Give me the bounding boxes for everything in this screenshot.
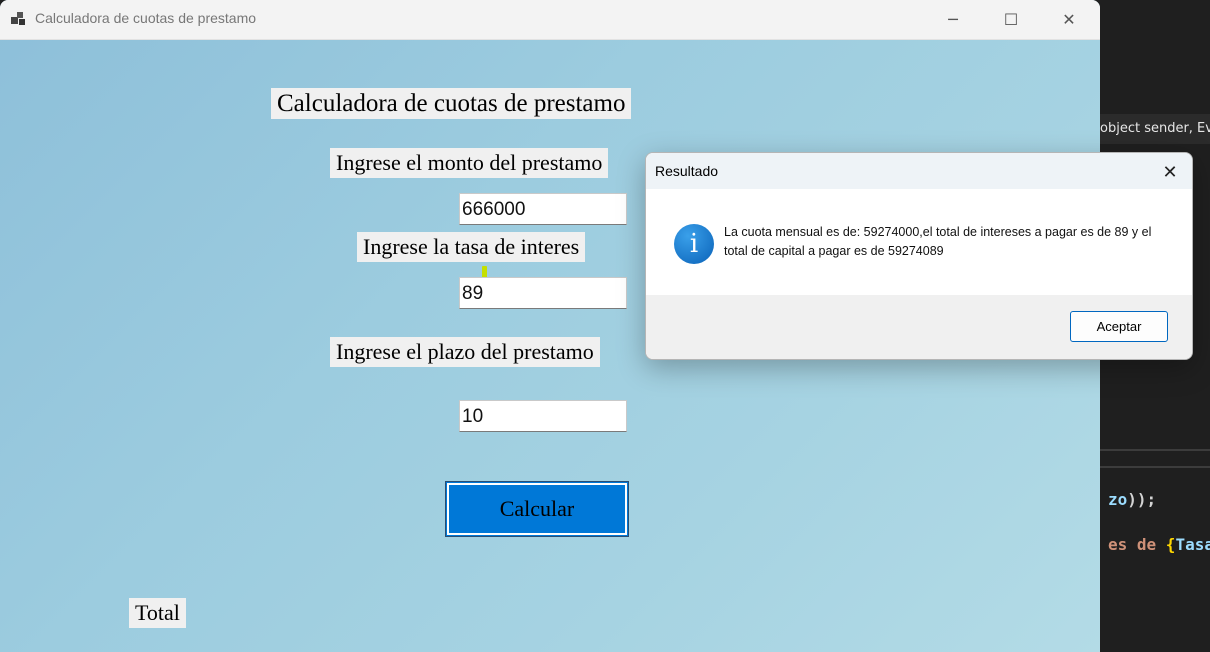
dialog-message: La cuota mensual es de: 59274000,el tota… <box>724 225 1152 258</box>
tasa-input[interactable]: 89 <box>459 277 627 309</box>
maximize-icon: ☐ <box>1003 10 1019 29</box>
plazo-input[interactable]: 10 <box>459 400 627 432</box>
form-heading: Calculadora de cuotas de prestamo <box>271 88 632 119</box>
code-line: es de {Tasa <box>1108 535 1210 554</box>
dialog-title-bar[interactable]: Resultado ✕ <box>646 153 1192 189</box>
close-icon: ✕ <box>1062 10 1076 29</box>
calcular-button[interactable]: Calcular <box>445 481 629 537</box>
close-button[interactable]: ✕ <box>1046 0 1092 39</box>
result-dialog: Resultado ✕ i La cuota mensual es de: 59… <box>645 152 1193 360</box>
dialog-title: Resultado <box>655 163 719 179</box>
monto-input[interactable]: 666000 <box>459 193 627 225</box>
window-title: Calculadora de cuotas de prestamo <box>35 10 257 26</box>
monto-label: Ingrese el monto del prestamo <box>330 148 609 178</box>
dialog-footer: Aceptar <box>646 295 1192 359</box>
editor-tooltip: object sender, Eve <box>1100 114 1210 144</box>
title-bar[interactable]: Calculadora de cuotas de prestamo ─ ☐ ✕ <box>0 0 1100 40</box>
aceptar-button[interactable]: Aceptar <box>1070 311 1168 342</box>
info-icon: i <box>674 224 714 264</box>
editor-divider <box>1100 466 1210 468</box>
dialog-body: i La cuota mensual es de: 59274000,el to… <box>646 189 1192 295</box>
dialog-close-button[interactable]: ✕ <box>1157 159 1183 185</box>
minimize-icon: ─ <box>948 10 958 29</box>
total-label: Total <box>129 598 186 628</box>
editor-divider <box>1100 449 1210 451</box>
maximize-button[interactable]: ☐ <box>988 0 1034 39</box>
code-line: zo)); <box>1108 490 1157 509</box>
close-icon: ✕ <box>1162 161 1178 182</box>
tasa-label: Ingrese la tasa de interes <box>357 232 586 262</box>
minimize-button[interactable]: ─ <box>930 0 976 39</box>
app-icon <box>11 12 25 25</box>
plazo-label: Ingrese el plazo del prestamo <box>330 337 600 367</box>
